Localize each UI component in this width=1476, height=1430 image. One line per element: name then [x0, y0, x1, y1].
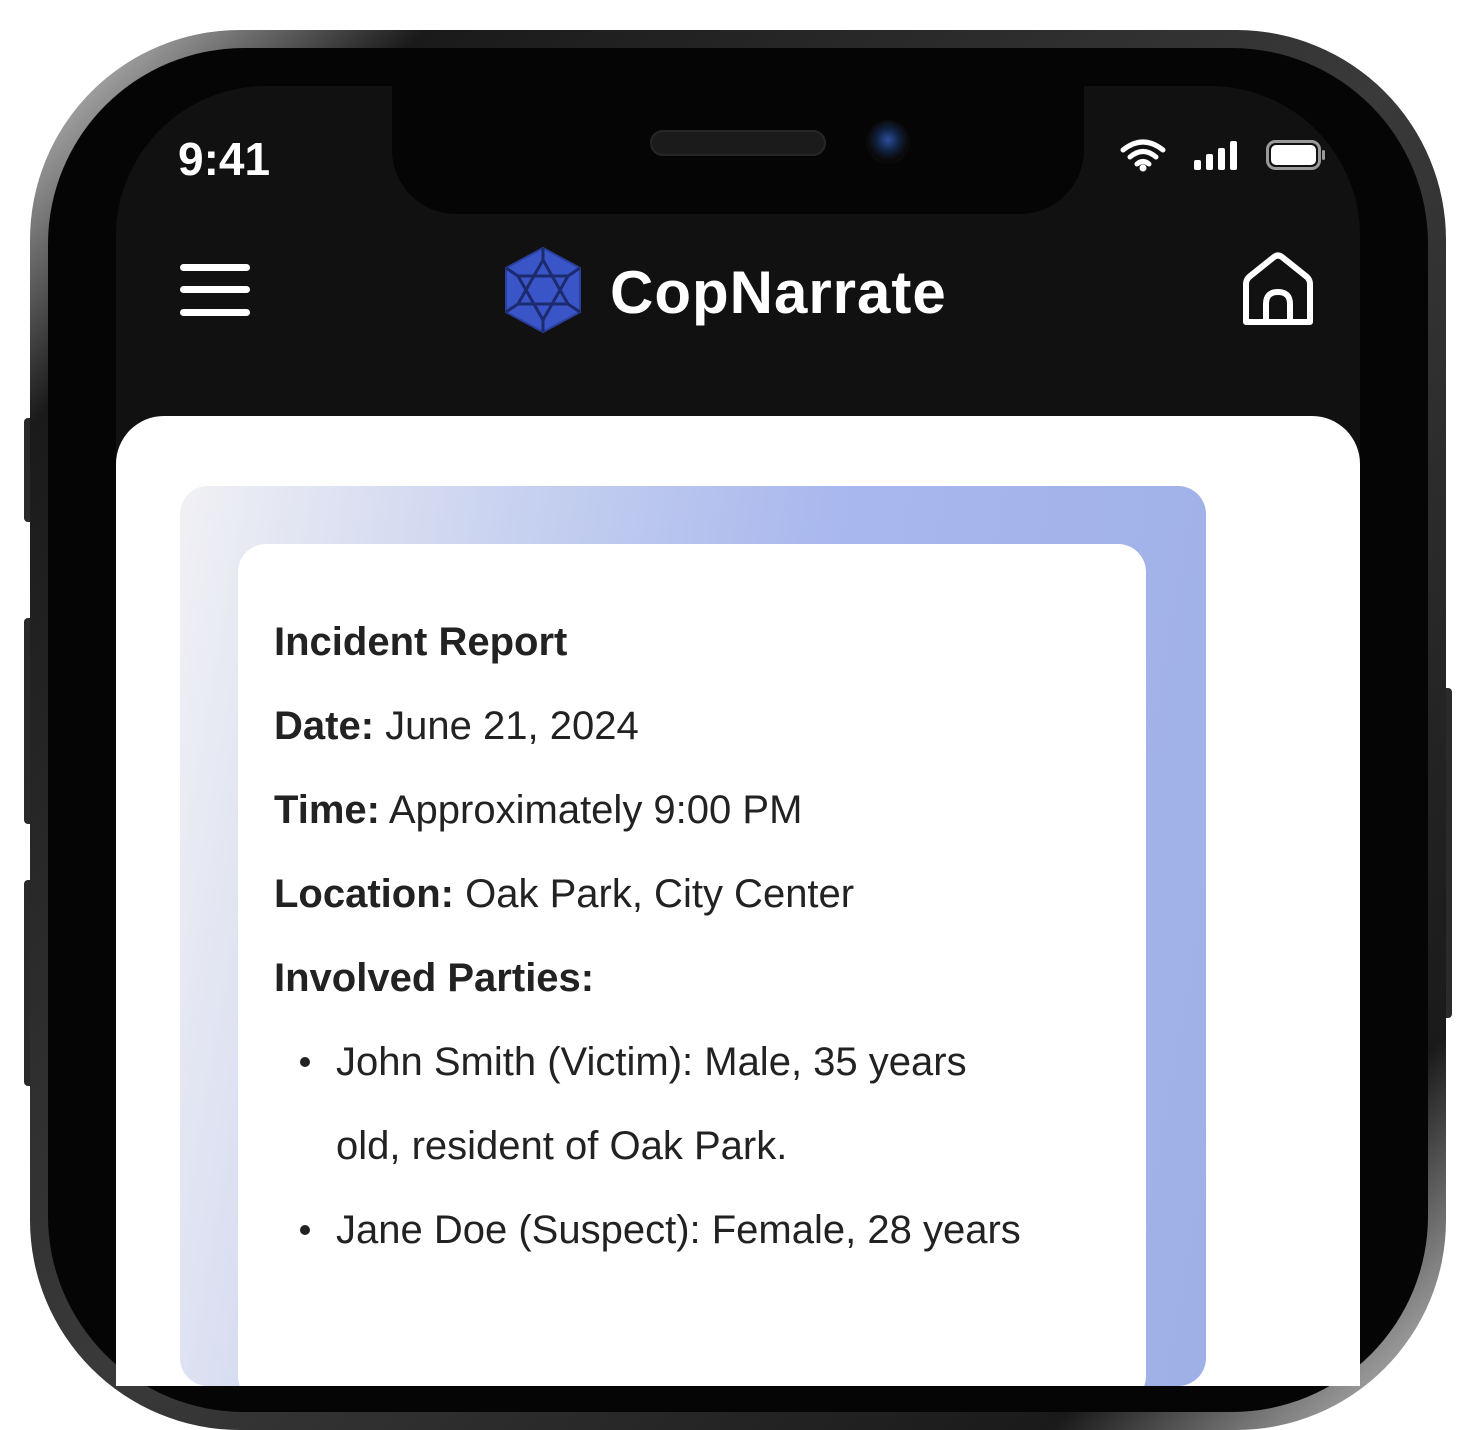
app-brand: CopNarrate [502, 246, 947, 339]
report-body: Incident Report Date: June 21, 2024 Time… [274, 600, 1114, 1272]
time-label: Time: [274, 788, 380, 832]
report-title: Incident Report [274, 620, 568, 664]
location-label: Location: [274, 872, 454, 916]
earpiece-speaker [650, 130, 826, 156]
wifi-icon [1120, 138, 1166, 177]
status-time: 9:41 [178, 133, 271, 185]
content-panel: Incident Report Date: June 21, 2024 Time… [116, 416, 1360, 1386]
incident-report-card[interactable]: Incident Report Date: June 21, 2024 Time… [238, 544, 1146, 1386]
location-value: Oak Park, City Center [465, 872, 855, 916]
app-title: CopNarrate [610, 259, 947, 326]
list-item: John Smith (Victim): Male, 35 years old,… [274, 1020, 1114, 1188]
report-location: Location: Oak Park, City Center [274, 852, 1114, 936]
parties-list: John Smith (Victim): Male, 35 years old,… [274, 1020, 1114, 1272]
time-value: Approximately 9:00 PM [388, 788, 803, 832]
party-line: old, resident of Oak Park. [336, 1124, 788, 1168]
phone-screen: 9:41 CopNarrate Incident Report Date: Ju… [116, 86, 1360, 1386]
party-line: John Smith (Victim): Male, 35 years [336, 1040, 967, 1084]
cellular-signal-icon [1192, 140, 1240, 175]
parties-label: Involved Parties: [274, 956, 595, 1000]
status-icons [1120, 138, 1326, 177]
report-card-frame: Incident Report Date: June 21, 2024 Time… [180, 486, 1206, 1386]
report-date: Date: June 21, 2024 [274, 684, 1114, 768]
hamburger-menu-icon[interactable] [180, 262, 250, 323]
geodesic-sphere-logo-icon [502, 246, 584, 339]
front-camera [866, 120, 910, 164]
notch [392, 86, 1084, 214]
home-icon[interactable] [1240, 252, 1316, 333]
date-label: Date: [274, 704, 375, 748]
party-line: Jane Doe (Suspect): Female, 28 years [336, 1208, 1021, 1252]
report-time: Time: Approximately 9:00 PM [274, 768, 1114, 852]
list-item: Jane Doe (Suspect): Female, 28 years [274, 1188, 1114, 1272]
date-value: June 21, 2024 [385, 704, 639, 748]
battery-icon [1266, 140, 1326, 175]
